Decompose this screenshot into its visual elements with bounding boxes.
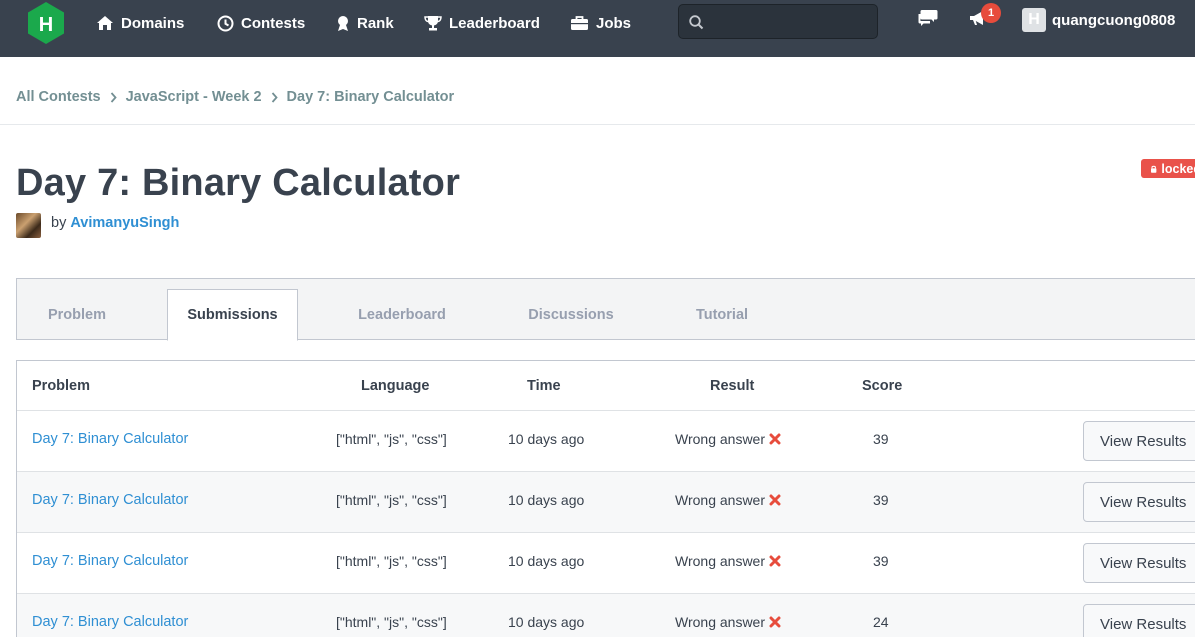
result-text: Wrong answer: [675, 553, 766, 569]
search-input[interactable]: [713, 11, 871, 33]
time-cell: 10 days ago: [508, 492, 585, 508]
by-prefix: by: [51, 215, 67, 231]
notification-count-badge: 1: [981, 3, 1001, 23]
challenge-tabs: Problem Submissions Leaderboard Discussi…: [16, 278, 1195, 341]
briefcase-icon: [571, 16, 588, 30]
breadcrumb-divider: [0, 124, 1195, 125]
chat-bubbles-icon: [918, 10, 938, 26]
time-cell: 10 days ago: [508, 431, 585, 447]
tab-discussions[interactable]: Discussions: [511, 289, 631, 340]
problem-link[interactable]: Day 7: Binary Calculator: [32, 553, 188, 569]
table-row: Day 7: Binary Calculator ["html", "js", …: [17, 472, 1195, 533]
nav-rank-label: Rank: [357, 14, 394, 32]
table-row: Day 7: Binary Calculator ["html", "js", …: [17, 594, 1195, 637]
locked-badge-label: locked: [1161, 161, 1195, 176]
nav-jobs-label: Jobs: [596, 14, 632, 32]
svg-text:H: H: [39, 14, 53, 36]
submissions-table: Problem Language Time Result Score Day 7…: [16, 360, 1195, 637]
view-results-button[interactable]: View Results: [1083, 604, 1195, 637]
messages-button[interactable]: [917, 8, 941, 32]
view-results-button[interactable]: View Results: [1083, 543, 1195, 583]
breadcrumb-contest[interactable]: JavaScript - Week 2: [126, 89, 262, 105]
nav-domains-label: Domains: [121, 14, 185, 32]
tab-tutorial[interactable]: Tutorial: [677, 289, 767, 340]
header-score: Score: [862, 378, 903, 394]
result-cell: Wrong answer: [675, 431, 781, 447]
language-cell: ["html", "js", "css"]: [336, 492, 447, 508]
header-result: Result: [710, 378, 755, 394]
result-text: Wrong answer: [675, 492, 766, 508]
wrong-x-icon: [769, 494, 781, 506]
clock-icon: [217, 15, 234, 31]
tab-leaderboard[interactable]: Leaderboard: [342, 289, 462, 340]
header-language: Language: [361, 378, 430, 394]
trophy-icon: [424, 16, 442, 31]
view-results-button[interactable]: View Results: [1083, 421, 1195, 461]
breadcrumb-challenge[interactable]: Day 7: Binary Calculator: [287, 89, 455, 105]
chevron-right-icon: [271, 91, 278, 103]
author-avatar[interactable]: [16, 213, 41, 238]
result-cell: Wrong answer: [675, 492, 781, 508]
view-results-button[interactable]: View Results: [1083, 482, 1195, 522]
wrong-x-icon: [769, 555, 781, 567]
tab-submissions[interactable]: Submissions: [167, 289, 298, 341]
username: quangcuong0808: [1052, 11, 1176, 29]
nav-contests-label: Contests: [241, 14, 306, 32]
language-cell: ["html", "js", "css"]: [336, 553, 447, 569]
home-icon: [97, 16, 113, 30]
nav-leaderboard-label: Leaderboard: [449, 14, 540, 32]
user-menu[interactable]: H quangcuong0808: [1022, 8, 1175, 32]
header-time: Time: [527, 378, 561, 394]
result-cell: Wrong answer: [675, 553, 781, 569]
author-link[interactable]: AvimanyuSingh: [70, 215, 179, 231]
locked-status-badge: locked: [1141, 159, 1195, 178]
language-cell: ["html", "js", "css"]: [336, 614, 447, 630]
wrong-x-icon: [769, 616, 781, 628]
chevron-right-icon: [110, 91, 117, 103]
table-row: Day 7: Binary Calculator ["html", "js", …: [17, 411, 1195, 472]
user-avatar: H: [1022, 8, 1046, 32]
table-header: Problem Language Time Result Score: [17, 361, 1195, 411]
score-cell: 39: [873, 553, 889, 569]
time-cell: 10 days ago: [508, 614, 585, 630]
score-cell: 39: [873, 431, 889, 447]
problem-link[interactable]: Day 7: Binary Calculator: [32, 614, 188, 630]
breadcrumb: All Contests JavaScript - Week 2 Day 7: …: [16, 89, 454, 105]
nav-leaderboard[interactable]: Leaderboard: [424, 0, 540, 46]
search-icon: [689, 15, 704, 30]
nav-jobs[interactable]: Jobs: [570, 0, 631, 46]
score-cell: 24: [873, 614, 889, 630]
nav-contests[interactable]: Contests: [217, 0, 305, 46]
hackerrank-logo[interactable]: H: [24, 0, 68, 46]
medal-icon: [338, 15, 348, 31]
problem-link[interactable]: Day 7: Binary Calculator: [32, 431, 188, 447]
author-line: by AvimanyuSingh: [51, 215, 179, 231]
language-cell: ["html", "js", "css"]: [336, 431, 447, 447]
search-box[interactable]: [678, 4, 878, 39]
result-text: Wrong answer: [675, 614, 766, 630]
score-cell: 39: [873, 492, 889, 508]
result-cell: Wrong answer: [675, 614, 781, 630]
table-row: Day 7: Binary Calculator ["html", "js", …: [17, 533, 1195, 594]
time-cell: 10 days ago: [508, 553, 585, 569]
result-text: Wrong answer: [675, 431, 766, 447]
logo-hexagon-icon: H: [28, 2, 64, 44]
nav-rank[interactable]: Rank: [336, 0, 394, 46]
breadcrumb-all-contests[interactable]: All Contests: [16, 89, 101, 105]
header-problem: Problem: [32, 378, 91, 394]
wrong-x-icon: [769, 433, 781, 445]
nav-domains[interactable]: Domains: [96, 0, 184, 46]
lock-icon: [1151, 165, 1157, 173]
top-navbar: H Domains Contests Rank Leaderboard Jobs…: [0, 0, 1195, 57]
tab-problem[interactable]: Problem: [27, 289, 127, 340]
page-title: Day 7: Binary Calculator: [16, 162, 461, 204]
problem-link[interactable]: Day 7: Binary Calculator: [32, 492, 188, 508]
